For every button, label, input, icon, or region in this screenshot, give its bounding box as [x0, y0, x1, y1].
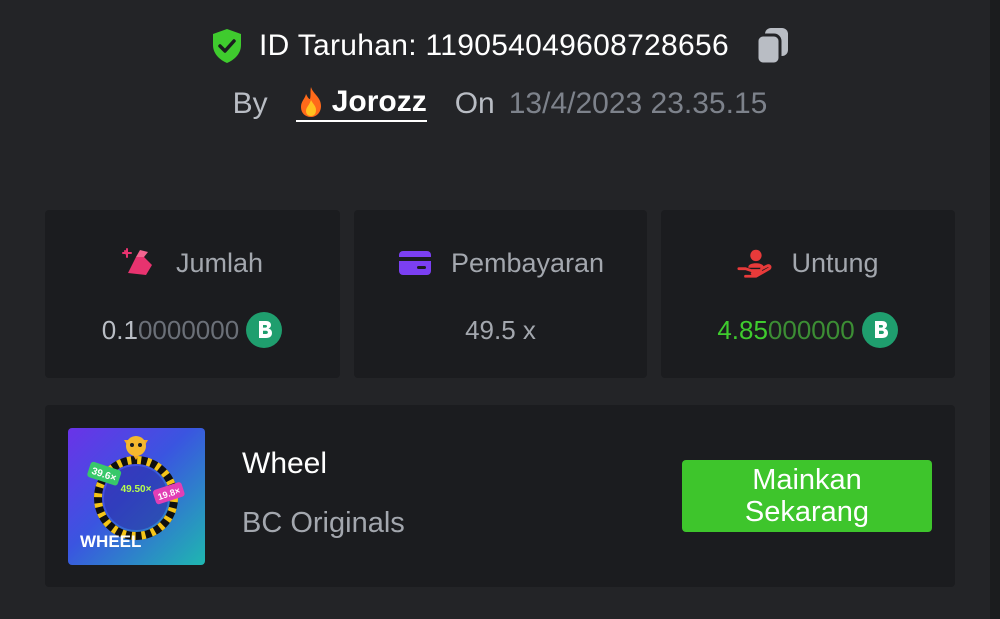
stat-value-amount: 0.1 0000000 — [45, 310, 340, 350]
game-name[interactable]: Wheel — [242, 447, 327, 481]
stat-label: Pembayaran — [450, 247, 605, 278]
profit-value-tail: 000000 — [767, 314, 855, 345]
thumb-center-multiplier: 49.50× — [121, 484, 152, 495]
amount-value-main: 0.1 — [101, 314, 138, 345]
stat-card-payout: Pembayaran 49.5 x — [354, 210, 647, 378]
fire-icon — [296, 86, 326, 118]
on-label: On — [454, 87, 495, 120]
game-card: 39.6× 19.8× 49.50× WHEEL Wheel BC Origin… — [45, 405, 955, 587]
payout-value: 49.5 x — [465, 314, 536, 345]
by-label: By — [232, 87, 268, 120]
stat-label: Jumlah — [175, 247, 264, 278]
copy-icon[interactable] — [753, 26, 791, 66]
stat-card-amount: Jumlah 0.1 0000000 — [45, 210, 340, 378]
game-provider: BC Originals — [242, 507, 405, 539]
bc-coin-icon — [861, 311, 899, 349]
stat-label: Untung — [791, 247, 879, 278]
game-thumbnail[interactable]: 39.6× 19.8× 49.50× WHEEL — [68, 428, 205, 565]
amount-value-tail: 0000000 — [137, 314, 240, 345]
bet-amount-icon — [121, 245, 158, 281]
thumb-title: WHEEL — [80, 532, 141, 551]
bet-author-row: By Jorozz On 13/4/2023 23.35.15 — [0, 84, 1000, 124]
username: Jorozz — [331, 85, 427, 118]
stat-card-header: Untung — [661, 243, 955, 283]
stat-value-profit: 4.85 000000 — [661, 310, 955, 350]
stat-card-header: Jumlah — [45, 243, 340, 283]
bet-detail-page: ID Taruhan: 119054049608728656 By Jorozz… — [0, 0, 1000, 619]
profit-value-main: 4.85 — [717, 314, 768, 345]
play-now-button[interactable]: Mainkan Sekarang — [682, 460, 932, 532]
stat-card-header: Pembayaran — [354, 243, 647, 283]
bet-datetime: 13/4/2023 23.35.15 — [508, 87, 768, 120]
bet-id: ID Taruhan: 119054049608728656 — [259, 29, 729, 62]
bc-coin-icon — [245, 311, 283, 349]
bet-id-row: ID Taruhan: 119054049608728656 — [0, 26, 1000, 66]
wallet-card-icon — [397, 245, 433, 281]
profit-hand-icon — [737, 245, 773, 281]
shield-check-icon — [209, 28, 245, 64]
user-link[interactable]: Jorozz — [295, 85, 427, 122]
stat-value-payout: 49.5 x — [354, 310, 647, 350]
stat-card-profit: Untung 4.85 000000 — [661, 210, 955, 378]
